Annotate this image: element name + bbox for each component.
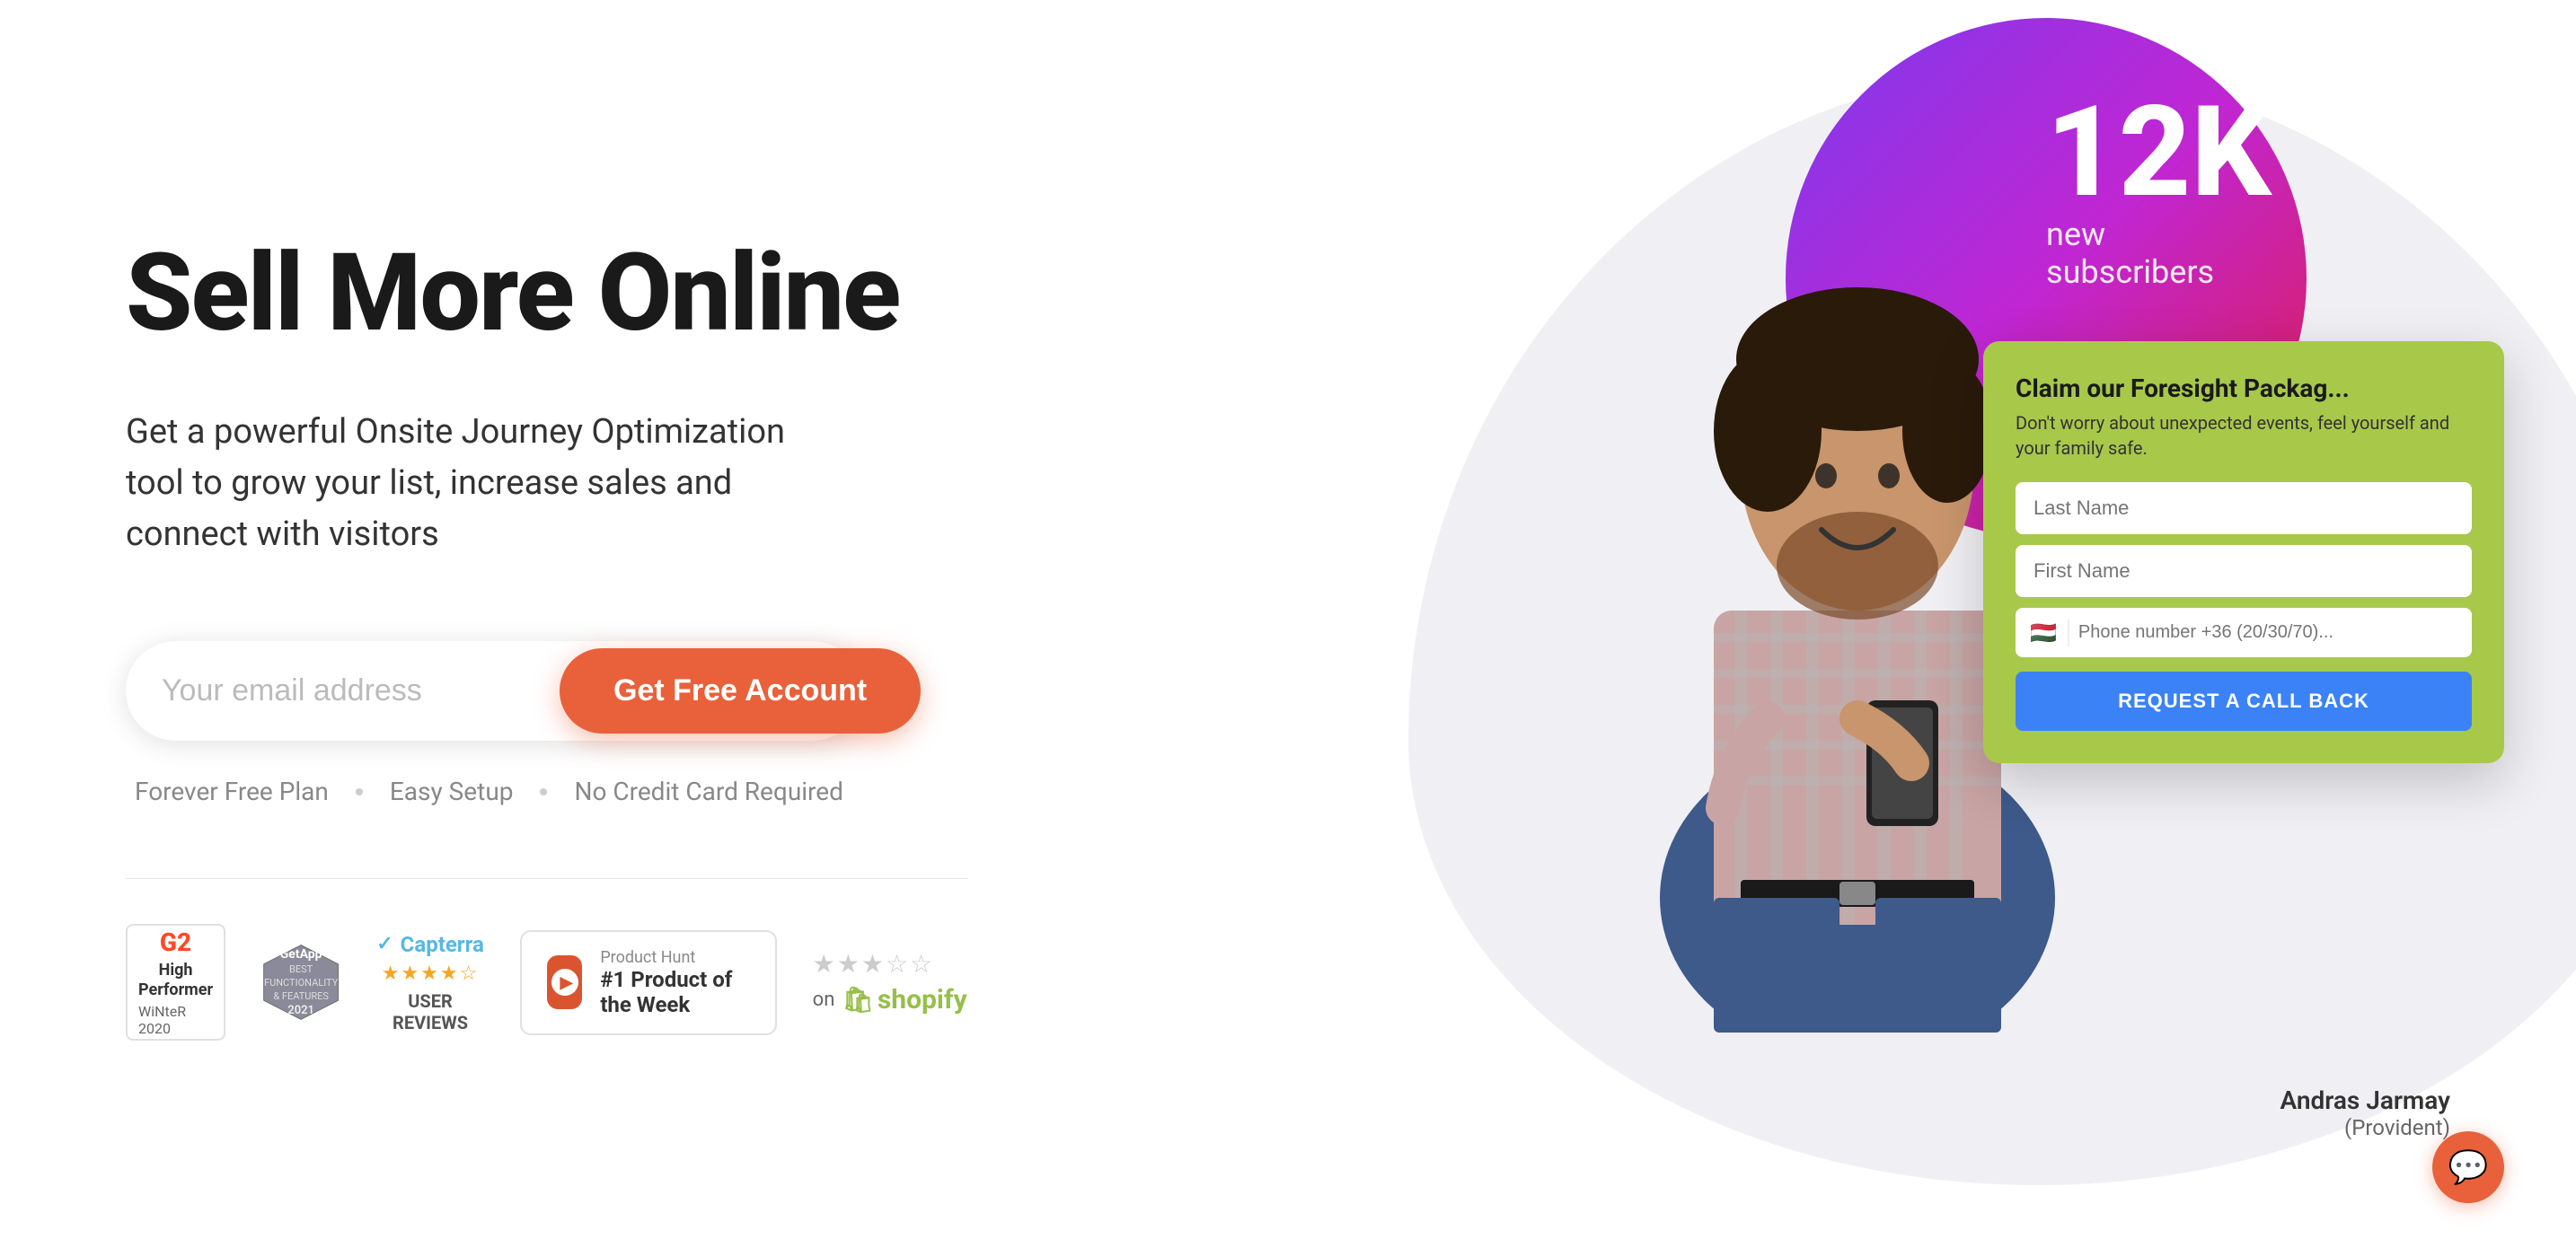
popup-phone-input[interactable] <box>2078 608 2457 657</box>
person-company: (Provident) <box>2280 1115 2450 1140</box>
ph-title: #1 Product of the Week <box>600 967 749 1017</box>
getapp-year: 2021 <box>287 1004 314 1017</box>
features-row: Forever Free Plan Easy Setup No Credit C… <box>126 777 967 806</box>
page-wrapper: Sell More Online Get a powerful Onsite J… <box>0 0 2576 1257</box>
g2-text: High Performer <box>138 961 213 999</box>
person-name: Andras Jarmay <box>2280 1086 2450 1115</box>
shopify-logo: 🛍 shopify <box>842 984 966 1015</box>
chat-icon: 💬 <box>2448 1148 2489 1186</box>
left-content: Sell More Online Get a powerful Onsite J… <box>0 127 1066 1130</box>
popup-subtitle: Don't worry about unexpected events, fee… <box>2016 410 2472 461</box>
dot-2 <box>540 788 547 796</box>
popup-cta-button[interactable]: REQUEST A CALL BACK <box>2016 672 2472 731</box>
capterra-tag: USER REVIEWS <box>376 990 484 1033</box>
ph-text-wrap: Product Hunt #1 Product of the Week <box>600 948 749 1017</box>
cta-form: Get Free Account <box>126 641 862 741</box>
popup-phone-wrap: 🇭🇺 <box>2016 608 2472 657</box>
popup-title: Claim our Foresight Packag... <box>2016 374 2472 403</box>
popup-form-card: Claim our Foresight Packag... Don't worr… <box>1983 341 2504 763</box>
getapp-line2: FUNCTIONALITY <box>264 977 338 989</box>
flag-icon: 🇭🇺 <box>2030 620 2057 646</box>
g2-season-year: WiNteR 2020 <box>138 1003 213 1037</box>
shopify-text: on 🛍 shopify <box>813 984 967 1015</box>
shopify-stars: ★★★☆☆ <box>813 949 935 979</box>
getapp-line3: & FEATURES <box>273 990 329 1002</box>
hero-headline: Sell More Online <box>126 234 967 353</box>
feature-no-credit-card: No Credit Card Required <box>574 777 842 806</box>
chat-bubble-button[interactable]: 💬 <box>2432 1131 2504 1203</box>
badges-row: G2 High Performer WiNteR 2020 GetApp BES… <box>126 878 967 1041</box>
capterra-badge: ✓ Capterra ★★★★☆ USER REVIEWS <box>376 932 484 1033</box>
getapp-logo: GetApp <box>280 947 322 962</box>
ph-icon-inner: ▶ <box>551 969 578 996</box>
right-visual: 12K new subscribers <box>1066 0 2576 1257</box>
email-input[interactable] <box>162 661 560 721</box>
capterra-logo: Capterra <box>401 932 484 957</box>
hero-subheadline: Get a powerful Onsite Journey Optimizati… <box>126 407 808 560</box>
shopify-badge: ★★★☆☆ on 🛍 shopify <box>813 949 967 1015</box>
feature-forever-free: Forever Free Plan <box>135 777 329 806</box>
popup-first-name-input[interactable] <box>2016 545 2472 597</box>
g2-logo: G2 <box>160 927 191 957</box>
getapp-badge: GetApp BEST FUNCTIONALITY & FEATURES 202… <box>261 924 340 1041</box>
g2-badge: G2 High Performer WiNteR 2020 <box>126 924 225 1041</box>
dot-1 <box>356 788 363 796</box>
get-free-account-button[interactable]: Get Free Account <box>560 648 921 734</box>
capterra-check-icon: ✓ <box>376 933 393 955</box>
popup-last-name-input[interactable] <box>2016 482 2472 534</box>
ph-label: Product Hunt <box>600 948 749 967</box>
producthunt-badge: ▶ Product Hunt #1 Product of the Week <box>520 930 777 1035</box>
person-attribution: Andras Jarmay (Provident) <box>2280 1086 2450 1140</box>
feature-easy-setup: Easy Setup <box>390 777 514 806</box>
capterra-stars: ★★★★☆ <box>382 963 480 985</box>
ph-icon: ▶ <box>547 955 582 1009</box>
phone-divider <box>2068 620 2069 646</box>
getapp-line1: BEST <box>289 963 313 975</box>
shopify-stars-wrap: ★★★☆☆ on 🛍 shopify <box>813 949 967 1015</box>
